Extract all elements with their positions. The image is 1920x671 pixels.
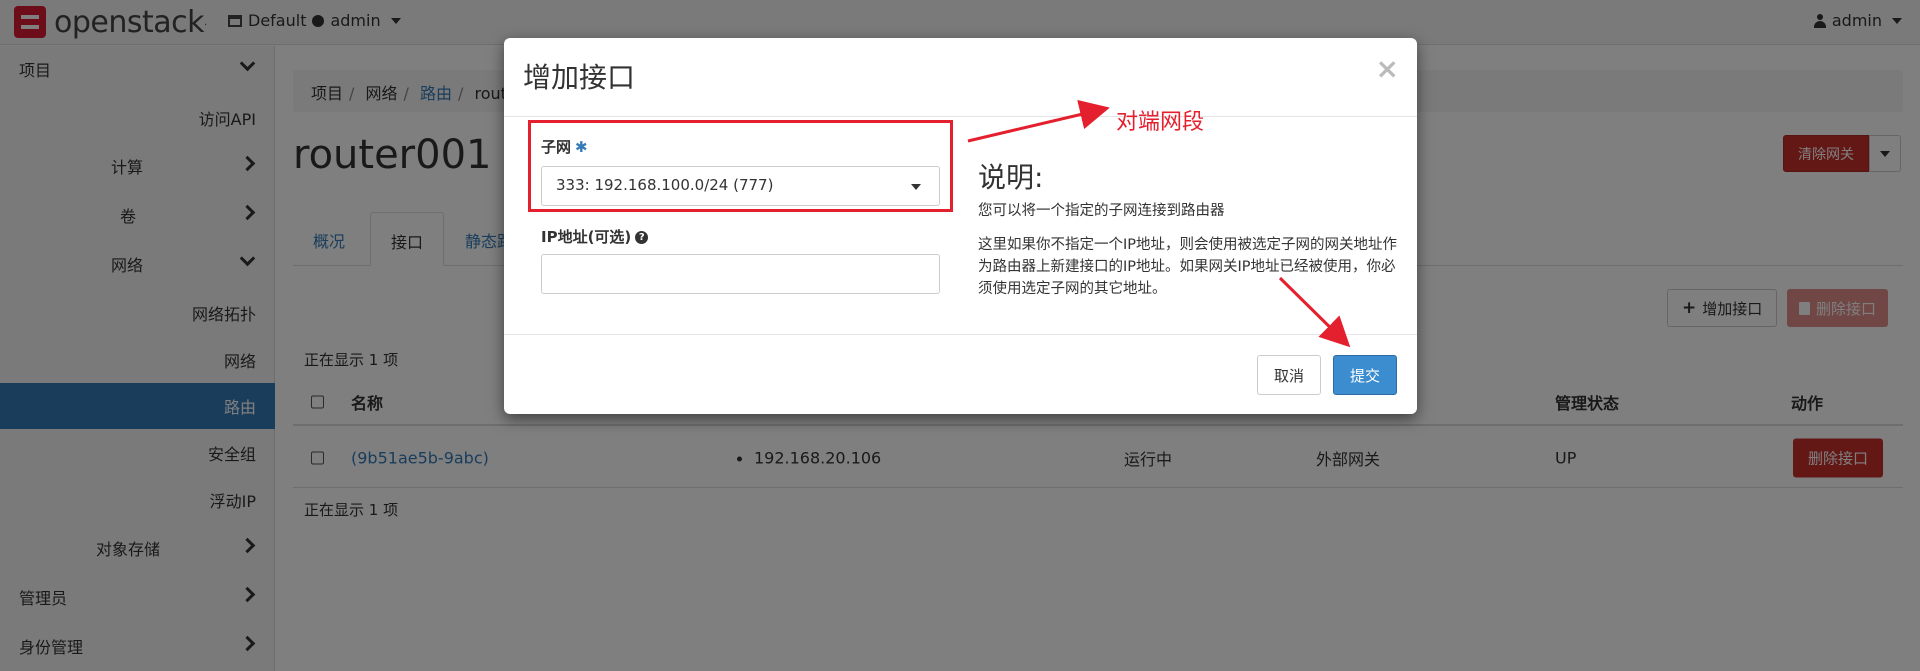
ip-address-label: IP地址(可选)? — [541, 226, 649, 247]
annotation-highlight-box — [528, 120, 953, 212]
close-icon[interactable]: × — [1376, 52, 1399, 85]
description-line-2: 这里如果你不指定一个IP地址，则会使用被选定子网的网关地址作为路由器上新建接口的… — [978, 237, 1398, 297]
help-icon[interactable]: ? — [635, 231, 649, 244]
add-interface-modal: 增加接口 × 子网 ✱ 333: 192.168.100.0/24 (777) I… — [504, 38, 1417, 414]
annotation-label: 对端网段 — [1116, 110, 1205, 135]
description-line-1: 您可以将一个指定的子网连接到路由器 — [978, 203, 1225, 219]
cancel-button[interactable]: 取消 — [1257, 355, 1322, 395]
submit-button[interactable]: 提交 — [1333, 355, 1398, 395]
modal-title: 增加接口 — [523, 61, 636, 94]
description-title: 说明: — [978, 161, 1044, 194]
ip-address-input[interactable] — [541, 254, 940, 294]
